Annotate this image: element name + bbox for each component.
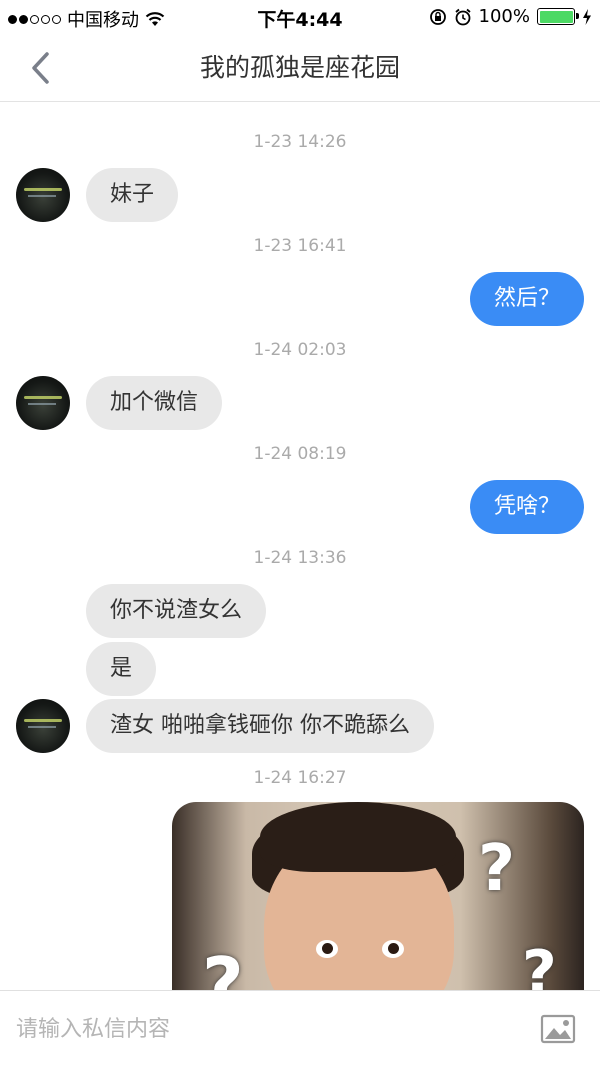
chat-area[interactable]: 1-23 14:26 妹子 1-23 16:41 然后？ 1-24 02:03 … [0, 102, 600, 990]
incoming-message-bubble[interactable]: 加个微信 [86, 376, 223, 430]
outgoing-image-message[interactable]: ? ? ? [172, 802, 584, 990]
page-title: 我的孤独是座花园 [199, 53, 400, 82]
message-input[interactable] [16, 1009, 496, 1049]
status-bar: 中国移动 下午4:44 100% [0, 0, 600, 34]
incoming-message-bubble[interactable]: 渣女 啪啪拿钱砸你 你不跪舔么 [86, 699, 434, 753]
battery-percent: 100% [478, 6, 530, 27]
status-right: 100% [429, 6, 592, 27]
message-timestamp: 1-23 16:41 [253, 236, 347, 256]
question-mark: ? [522, 938, 557, 990]
outgoing-message-bubble[interactable]: 然后？ [469, 272, 584, 326]
image-button[interactable] [540, 1011, 576, 1047]
incoming-message-bubble[interactable]: 妹子 [86, 168, 179, 222]
message-timestamp: 1-23 14:26 [253, 132, 347, 152]
avatar[interactable] [16, 168, 70, 222]
input-bar [0, 990, 600, 1067]
avatar[interactable] [16, 699, 70, 753]
outgoing-message-bubble[interactable]: 凭啥？ [469, 480, 584, 534]
incoming-message-bubble[interactable]: 是 [86, 642, 157, 696]
message-timestamp: 1-24 08:19 [253, 444, 347, 464]
rotation-lock-icon [429, 8, 446, 25]
avatar[interactable] [16, 376, 70, 430]
image-icon [540, 1014, 576, 1044]
message-timestamp: 1-24 02:03 [253, 340, 347, 360]
charging-icon [583, 8, 591, 25]
nav-bar: 我的孤独是座花园 [0, 34, 600, 102]
battery-icon [537, 8, 579, 25]
question-mark: ? [478, 832, 516, 906]
message-timestamp: 1-24 13:36 [253, 548, 347, 568]
question-mark: ? [202, 942, 244, 990]
incoming-message-bubble[interactable]: 你不说渣女么 [86, 584, 267, 638]
message-timestamp: 1-24 16:27 [253, 768, 347, 788]
alarm-icon [454, 8, 471, 25]
